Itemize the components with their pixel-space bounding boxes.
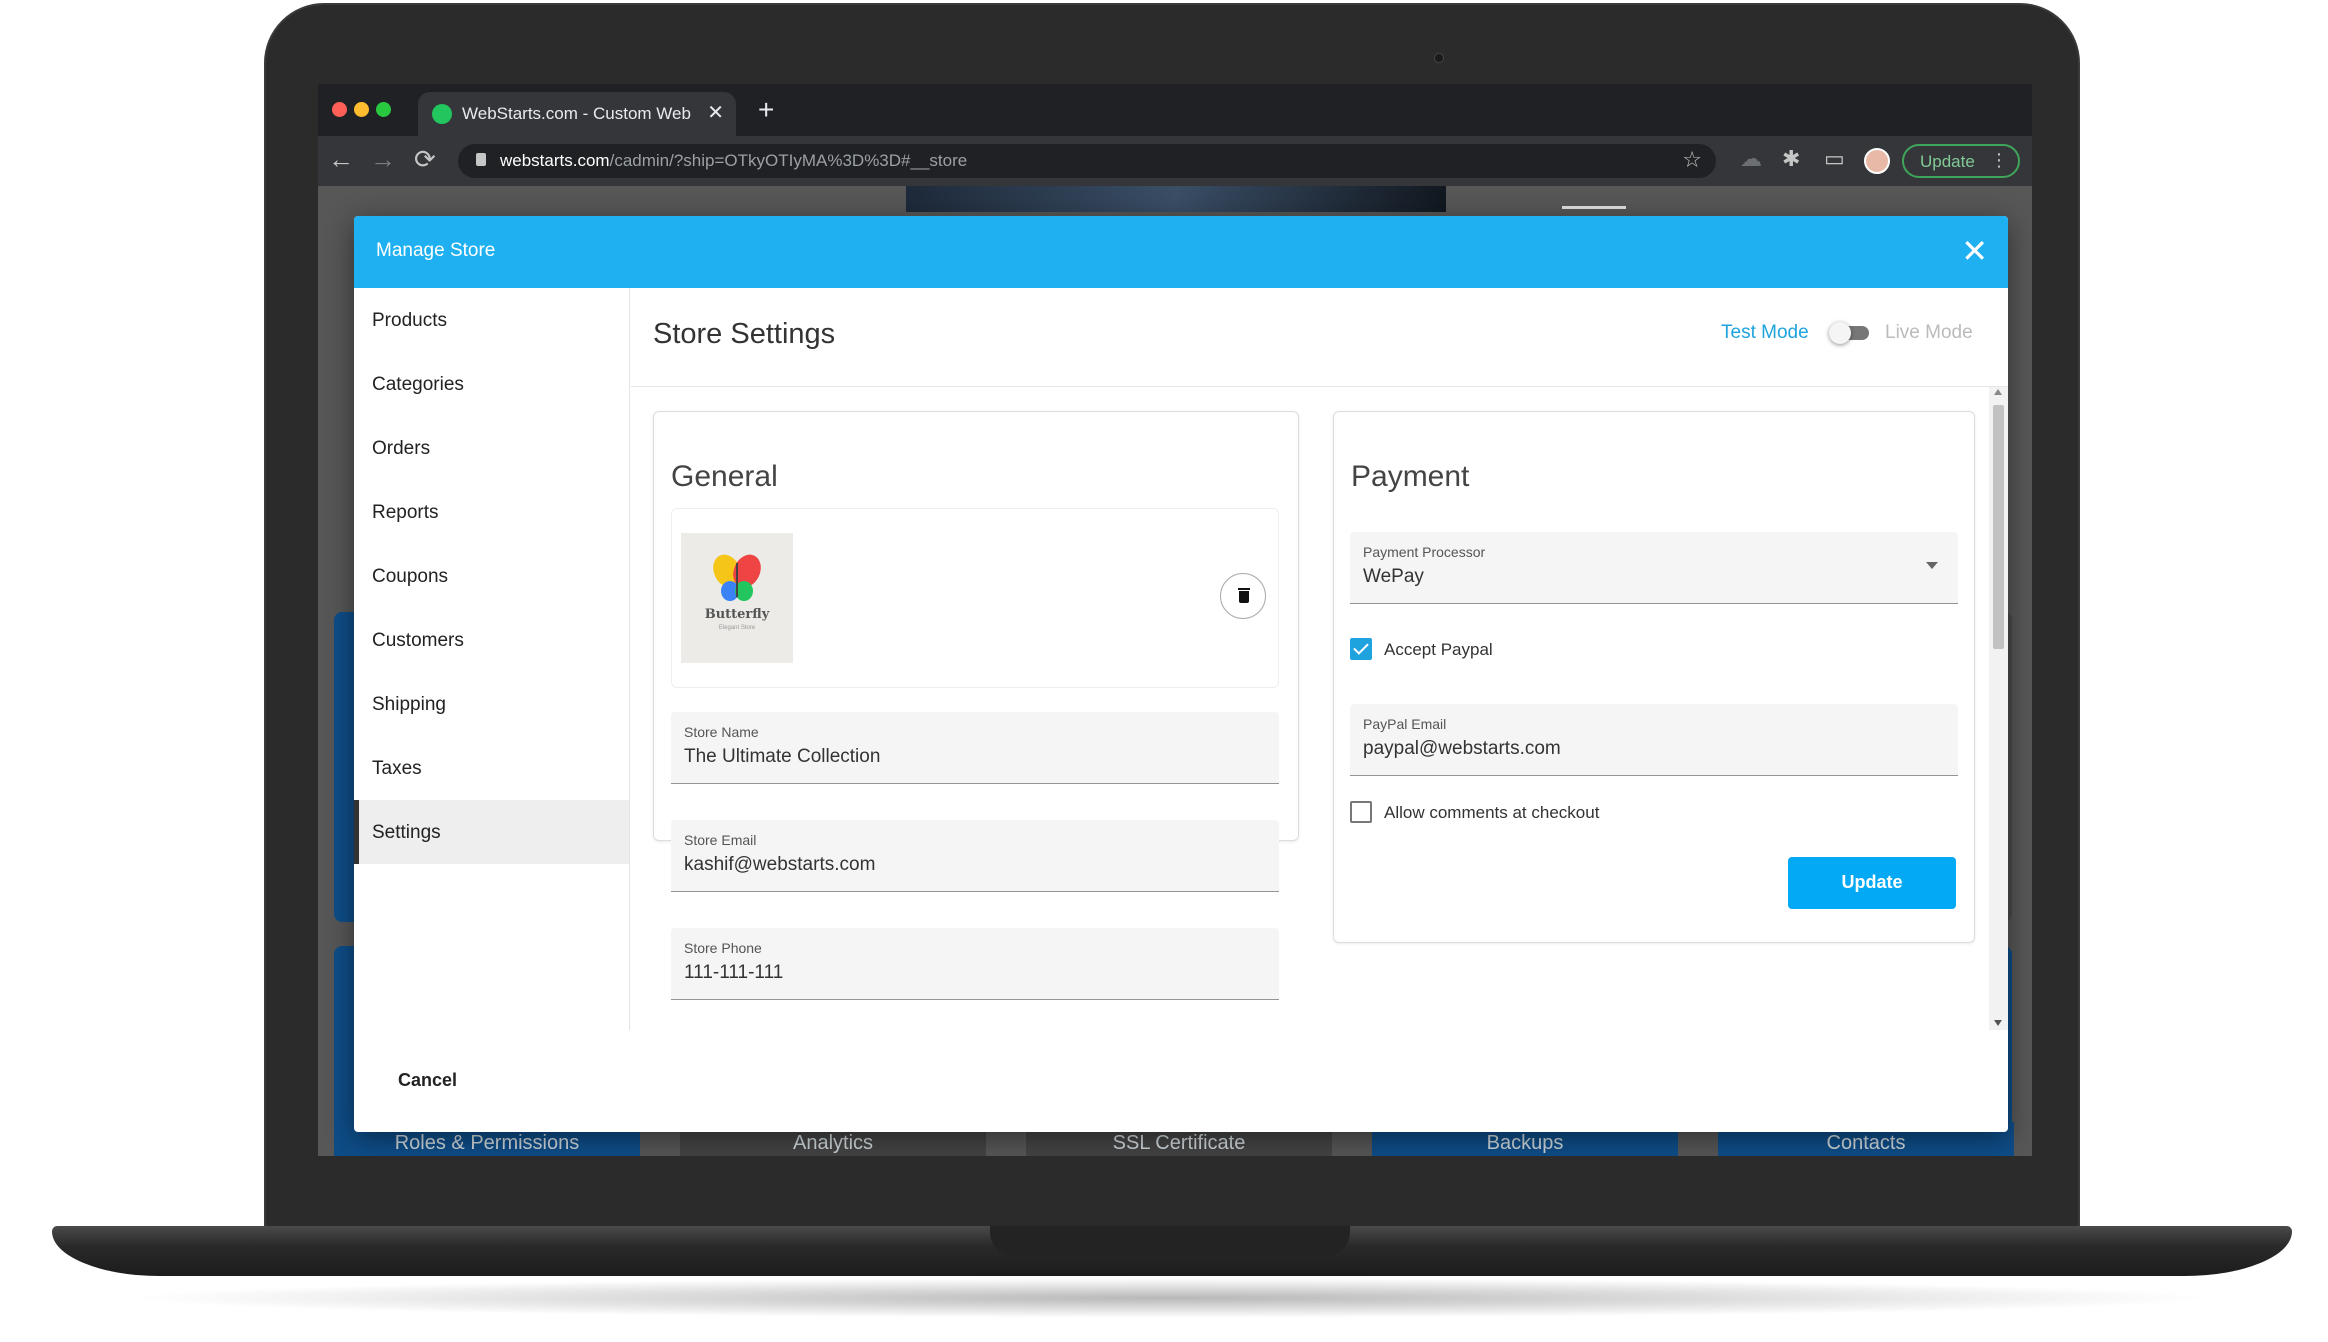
window-close-dot[interactable] [332,102,347,117]
store-phone-label: Store Phone [684,940,762,956]
cast-icon[interactable]: ▭ [1824,146,1845,172]
test-mode-label[interactable]: Test Mode [1721,322,1809,344]
store-email-field[interactable]: Store Email kashif@webstarts.com [671,820,1279,892]
cancel-button[interactable]: Cancel [386,1066,469,1095]
payment-processor-label: Payment Processor [1363,544,1486,560]
tab-title: WebStarts.com - Custom Web [462,104,691,123]
sidebar-item-categories[interactable]: Categories [354,352,629,416]
store-logo: Butterfly Elegant Store [681,533,793,663]
tab-close-icon[interactable]: ✕ [707,100,724,125]
toggle-knob [1829,322,1851,344]
bookmark-star-icon[interactable]: ☆ [1682,147,1702,173]
profile-avatar[interactable] [1864,148,1890,174]
scroll-thumb[interactable] [1993,405,2004,649]
forward-arrow-icon[interactable]: → [370,144,396,175]
logo-uploader[interactable]: Butterfly Elegant Store [671,508,1279,688]
sidebar-item-shipping[interactable]: Shipping [354,672,629,736]
chrome-update-button[interactable]: Update ⋮ [1902,144,2020,178]
address-bar[interactable]: webstarts.com/cadmin/?ship=OTkyOTIyMA%3D… [458,144,1716,178]
lock-icon [476,153,486,166]
store-name-label: Store Name [684,724,759,740]
modal-title: Manage Store [376,240,496,261]
settings-content: Store Settings Test Mode Live Mode Gener… [631,288,2008,1030]
kebab-menu-icon[interactable]: ⋮ [1990,150,2008,171]
laptop-screen: WebStarts.com - Custom Web ✕ + ← → ⟳ web… [318,84,2032,1156]
payment-processor-value: WePay [1363,566,1424,587]
new-tab-icon[interactable]: + [758,94,774,126]
laptop-notch [990,1226,1350,1256]
store-email-value: kashif@webstarts.com [684,854,876,875]
store-phone-value: 111-111-111 [684,962,784,983]
general-card: General Butterfly Elegant Store Store Na… [653,411,1299,1000]
sidebar-item-orders[interactable]: Orders [354,416,629,480]
allow-comments-label: Allow comments at checkout [1384,803,1600,822]
url-text: webstarts.com/cadmin/?ship=OTkyOTIyMA%3D… [500,151,968,170]
update-button[interactable]: Update [1788,857,1956,909]
paypal-email-value: paypal@webstarts.com [1363,738,1561,759]
modal-header: Manage Store ✕ [354,216,2008,288]
store-name-value: The Ultimate Collection [684,746,881,767]
window-zoom-dot[interactable] [376,102,391,117]
live-mode-label[interactable]: Live Mode [1885,322,1973,344]
payment-title: Payment [1351,460,1470,493]
allow-comments-checkbox[interactable] [1350,801,1372,823]
extensions-puzzle-icon[interactable]: ✱ [1782,146,1800,172]
sidebar-item-settings[interactable]: Settings [354,800,629,864]
sidebar-item-products[interactable]: Products [354,288,629,352]
site-favicon-icon [432,104,452,124]
camera-dot [1434,53,1444,63]
dropdown-arrow-icon [1926,562,1938,569]
sidebar-item-taxes[interactable]: Taxes [354,736,629,800]
accept-paypal-checkbox[interactable] [1350,638,1372,660]
store-sidebar: Products Categories Orders Reports Coupo… [354,288,630,1030]
manage-store-modal: Manage Store ✕ Products Categories Order… [354,216,2008,1132]
browser-toolbar: ← → ⟳ webstarts.com/cadmin/?ship=OTkyOTI… [318,136,2032,186]
sidebar-item-coupons[interactable]: Coupons [354,544,629,608]
laptop-shadow [120,1278,2220,1318]
mode-toggle[interactable] [1829,322,1869,344]
settings-scroll-area[interactable]: General Butterfly Elegant Store Store Na… [631,387,2008,1030]
scroll-up-arrow-icon[interactable] [1994,389,2002,395]
store-name-field[interactable]: Store Name The Ultimate Collection [671,712,1279,784]
logo-tagline: Elegant Store [718,625,756,631]
window-minimize-dot[interactable] [354,102,369,117]
browser-tabbar: WebStarts.com - Custom Web ✕ + [318,84,2032,136]
payment-card: Payment Payment Processor WePay Accept P… [1333,411,1975,943]
store-phone-field[interactable]: Store Phone 111-111-111 [671,928,1279,1000]
accept-paypal-label: Accept Paypal [1384,640,1493,659]
delete-logo-button[interactable] [1220,573,1266,619]
sidebar-item-customers[interactable]: Customers [354,608,629,672]
browser-tab[interactable]: WebStarts.com - Custom Web ✕ [418,92,736,136]
close-icon[interactable]: ✕ [1961,232,1988,270]
modal-footer: Cancel [354,1030,2008,1132]
sync-icon[interactable]: ☁ [1740,146,1762,172]
payment-processor-select[interactable]: Payment Processor WePay [1350,532,1958,604]
sidebar-item-reports[interactable]: Reports [354,480,629,544]
logo-name: Butterfly [704,607,770,622]
hero-underline [1562,206,1626,209]
page-title: Store Settings [653,318,836,350]
back-arrow-icon[interactable]: ← [328,144,354,175]
trash-icon [1238,588,1250,590]
content-scrollbar[interactable] [1989,387,2008,1030]
reload-icon[interactable]: ⟳ [414,144,436,175]
hero-image [906,186,1446,212]
general-title: General [671,460,778,493]
store-email-label: Store Email [684,832,757,848]
butterfly-icon [713,554,761,601]
scroll-down-arrow-icon[interactable] [1994,1020,2002,1026]
paypal-email-field[interactable]: PayPal Email paypal@webstarts.com [1350,704,1958,776]
paypal-email-label: PayPal Email [1363,716,1447,732]
